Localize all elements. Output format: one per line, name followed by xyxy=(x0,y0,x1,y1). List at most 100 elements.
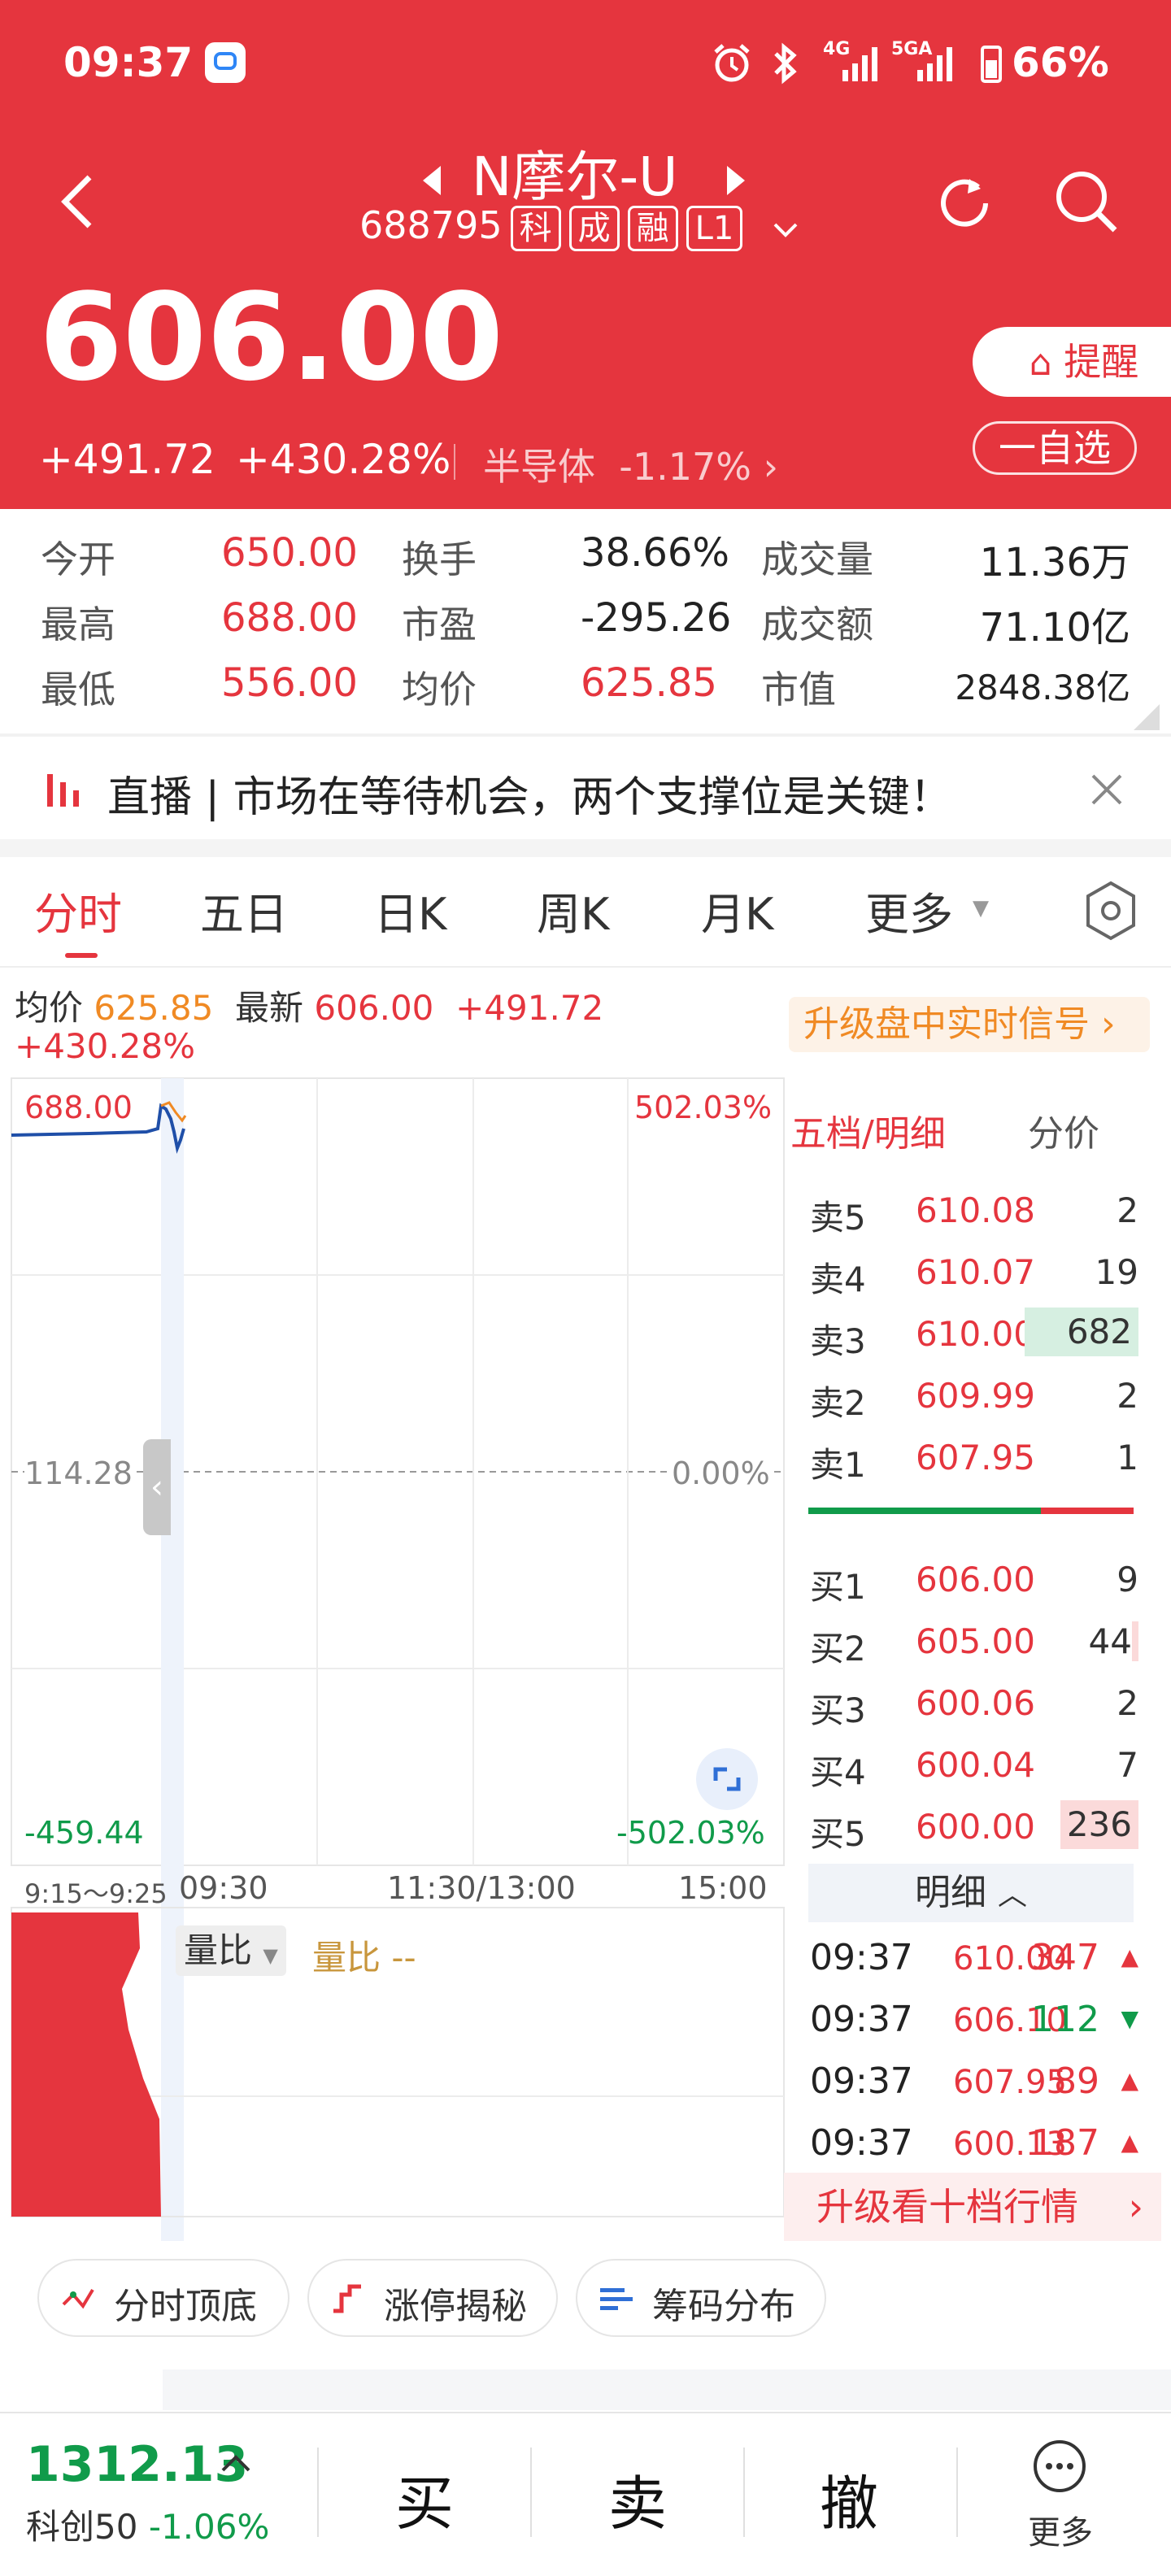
level-name: 卖1 xyxy=(810,1445,866,1485)
orderbook-row[interactable]: 买3 600.06 2 xyxy=(805,1672,1138,1734)
search-icon[interactable] xyxy=(1051,166,1122,237)
tab-4[interactable]: 月K xyxy=(701,878,773,942)
stock-code: 688795 xyxy=(359,203,503,247)
upgrade-ten-label: 升级看十档行情 xyxy=(816,2185,1078,2229)
back-arrow-icon[interactable] xyxy=(57,172,98,231)
orderbook-row[interactable]: 买2 605.00 44 xyxy=(805,1610,1138,1672)
distribution-icon xyxy=(600,2288,633,2310)
x-axis-midday: 11:30/13:00 xyxy=(387,1870,576,1906)
level-price: 606.00 xyxy=(916,1560,1035,1599)
trade-direction-icon: ▼ xyxy=(1121,2005,1138,2032)
level-price: 610.08 xyxy=(916,1190,1035,1230)
bell-icon: ⌂ xyxy=(1029,342,1052,384)
chip-intraday-top-bottom[interactable]: 分时顶底 xyxy=(37,2259,289,2337)
next-stock-icon[interactable] xyxy=(724,164,748,197)
remind-button[interactable]: ⌂ 提醒 xyxy=(973,327,1171,397)
tab-5[interactable]: 更多 xyxy=(865,878,953,942)
zigzag-icon xyxy=(62,2288,94,2309)
trade-direction-icon: ▲ xyxy=(1121,1943,1138,1970)
divider xyxy=(956,2448,958,2537)
detail-header[interactable]: 明细 ︿ xyxy=(808,1864,1134,1922)
sector-link[interactable]: 半导体 -1.17% › xyxy=(483,437,778,491)
sector-pct: -1.17% xyxy=(619,445,751,489)
index-name: 科创50 xyxy=(26,2507,138,2547)
close-icon[interactable] xyxy=(1088,771,1125,808)
y-axis-top: 688.00 xyxy=(24,1090,133,1125)
fullscreen-button[interactable] xyxy=(696,1748,758,1810)
level-price: 610.00 xyxy=(916,1314,1035,1354)
detail-label: 明细 xyxy=(914,1872,986,1913)
level-qty: 2 xyxy=(1117,1190,1138,1230)
chip-chip-distribution[interactable]: 筹码分布 xyxy=(576,2259,826,2337)
index-value[interactable]: 1312.13 xyxy=(26,2436,248,2493)
orderbook-row[interactable]: 卖2 609.99 2 xyxy=(805,1364,1138,1426)
orderbook-row[interactable]: 买4 600.04 7 xyxy=(805,1734,1138,1795)
level-price: 610.07 xyxy=(916,1252,1035,1292)
detail-qty: 187 xyxy=(1031,2122,1099,2164)
indicator-select[interactable]: 量比 ▼ xyxy=(176,1925,286,1976)
buy-button[interactable]: 买 xyxy=(395,2456,454,2541)
orderbook-row[interactable]: 卖3 610.00 682 xyxy=(805,1303,1138,1364)
add-watchlist-button[interactable]: 一自选 xyxy=(973,421,1137,475)
cancel-order-button[interactable]: 撤 xyxy=(820,2456,878,2541)
prev-stock-icon[interactable] xyxy=(420,164,444,197)
indicator-value: 量比 -- xyxy=(312,1938,416,1978)
live-banner[interactable]: 直播 | 市场在等待机会，两个支撑位是关键！ xyxy=(0,737,1171,839)
active-tab-underline xyxy=(65,953,98,958)
price-distribution-tab[interactable]: 分价 xyxy=(1028,1104,1099,1156)
header: 09:37 4G 5GA 66% N摩尔-U 688795 科成融 L1 606.0… xyxy=(0,0,1171,509)
more-label[interactable]: 更多 xyxy=(1028,2506,1093,2553)
orderbook-tab[interactable]: 五档/明细 xyxy=(790,1104,946,1156)
bottom-bar: 1312.13 科创50 -1.06% 买 卖 撤 更多 xyxy=(0,2412,1171,2576)
stat-label: 换手 xyxy=(402,537,477,581)
level-price: 600.00 xyxy=(916,1807,1035,1847)
orderbook-row[interactable]: 买1 606.00 9 xyxy=(805,1548,1138,1610)
upgrade-signal-button[interactable]: 升级盘中实时信号 › xyxy=(789,997,1150,1052)
alarm-icon xyxy=(714,44,750,82)
stat-label: 市盈 xyxy=(402,603,477,646)
divider xyxy=(530,2448,532,2537)
detail-time: 09:37 xyxy=(810,1999,913,2040)
limit-up-icon xyxy=(333,2284,361,2313)
chart-settings-icon[interactable] xyxy=(1083,880,1138,942)
tab-1[interactable]: 五日 xyxy=(200,878,288,942)
intraday-chart xyxy=(11,1077,785,2241)
collapse-tab[interactable]: ‹ xyxy=(143,1439,171,1535)
stat-value: 556.00 xyxy=(221,660,358,706)
pct-axis-bottom: -502.03% xyxy=(616,1815,765,1851)
divider xyxy=(0,966,1171,968)
x-axis-1500: 15:00 xyxy=(678,1870,768,1906)
bluetooth-icon xyxy=(774,42,797,85)
tag-star-market: 科 xyxy=(510,205,561,251)
more-icon[interactable] xyxy=(1031,2438,1088,2495)
chip-label: 分时顶底 xyxy=(114,2286,257,2327)
detail-row: 09:37 600.13 187 ▲ xyxy=(810,2117,1138,2179)
sell-button[interactable]: 卖 xyxy=(608,2456,667,2541)
stat-label: 成交量 xyxy=(761,537,873,581)
orderbook-row[interactable]: 卖4 610.07 19 xyxy=(805,1241,1138,1303)
battery-percent: 66% xyxy=(1012,39,1109,86)
orderbook-row[interactable]: 买5 600.00 236 xyxy=(805,1795,1138,1857)
orderbook-row[interactable]: 卖5 610.08 2 xyxy=(805,1179,1138,1241)
avg-label: 均价 xyxy=(15,988,84,1028)
refresh-icon[interactable] xyxy=(932,171,997,236)
detail-row: 09:37 610.00 347 ▲ xyxy=(810,1932,1138,1994)
content-placeholder xyxy=(163,2369,1171,2410)
divider xyxy=(743,2448,745,2537)
upgrade-ten-levels-button[interactable]: 升级看十档行情 › xyxy=(784,2173,1161,2241)
level-price: 605.00 xyxy=(916,1621,1035,1661)
orderbook-row[interactable]: 卖1 607.95 1 xyxy=(805,1426,1138,1488)
tab-0[interactable]: 分时 xyxy=(34,878,122,942)
detail-row: 09:37 606.10 112 ▼ xyxy=(810,1994,1138,2056)
stat-label: 均价 xyxy=(402,668,477,711)
tab-3[interactable]: 周K xyxy=(537,878,609,942)
stat-value: -295.26 xyxy=(581,595,732,641)
level-qty: 2 xyxy=(1117,1376,1138,1416)
expand-corner-icon[interactable] xyxy=(1134,704,1160,730)
chevron-down-icon[interactable] xyxy=(773,221,799,239)
tab-2[interactable]: 日K xyxy=(374,878,446,942)
chevron-up-icon[interactable] xyxy=(220,2451,252,2475)
chart-tabs: 分时 五日 日K 周K 月K 更多 ▼ xyxy=(0,857,1171,968)
level-price: 600.04 xyxy=(916,1745,1035,1785)
chip-limit-up[interactable]: 涨停揭秘 xyxy=(307,2259,558,2337)
